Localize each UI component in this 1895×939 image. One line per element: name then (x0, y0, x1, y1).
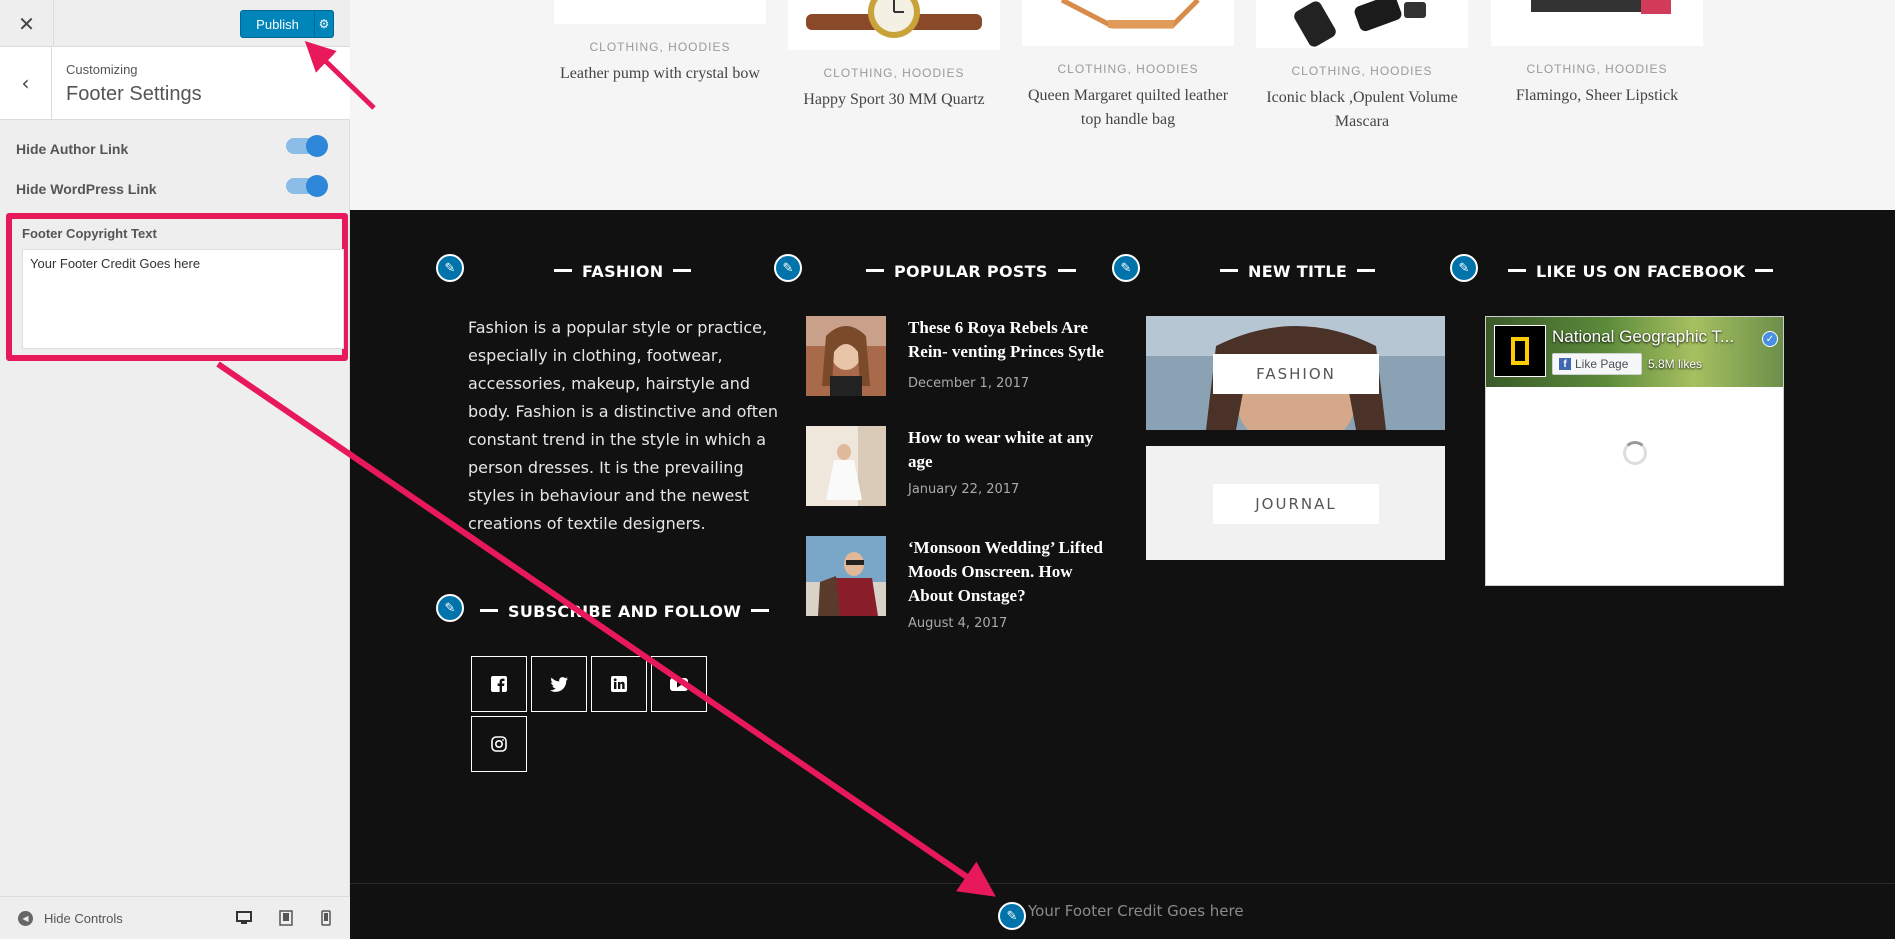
widget-title-subscribe: SUBSCRIBE AND FOLLOW (470, 602, 779, 621)
tablet-preview-icon[interactable] (274, 907, 298, 929)
footer-copyright-label: Footer Copyright Text (22, 226, 157, 241)
post-thumbnail[interactable] (806, 316, 886, 396)
category-label[interactable]: JOURNAL (1213, 484, 1379, 524)
copyright-bar: ✎ Your Footer Credit Goes here (350, 883, 1895, 939)
customizing-label: Customizing (66, 62, 138, 77)
hide-controls-button[interactable]: Hide Controls (44, 911, 123, 926)
product-image (788, 0, 1000, 50)
product-category[interactable]: CLOTHING, HOODIES (1491, 62, 1703, 76)
footer-copyright-textarea[interactable]: Your Footer Credit Goes here (22, 249, 344, 349)
hide-author-link-toggle[interactable] (286, 135, 328, 157)
customizer-footer: ◀ Hide Controls (0, 896, 350, 939)
product-name[interactable]: Happy Sport 30 MM Quartz (788, 88, 1000, 112)
category-label[interactable]: FASHION (1213, 354, 1379, 394)
post-date: January 22, 2017 (908, 482, 1020, 497)
facebook-page-name[interactable]: National Geographic T... (1552, 327, 1734, 347)
back-arrow-icon[interactable]: ‹ (0, 47, 52, 119)
post-title[interactable]: These 6 Roya Rebels Are Rein- venting Pr… (908, 316, 1108, 364)
verified-icon: ✓ (1762, 331, 1778, 347)
edit-pencil-icon[interactable]: ✎ (774, 254, 802, 282)
toggle-knob (306, 135, 328, 157)
gear-icon[interactable]: ⚙ (314, 10, 334, 38)
product-image (554, 0, 766, 24)
product-category[interactable]: CLOTHING, HOODIES (788, 66, 1000, 80)
section-title: Footer Settings (66, 83, 202, 105)
desktop-preview-icon[interactable] (232, 907, 256, 929)
youtube-icon[interactable] (651, 656, 707, 712)
like-page-button[interactable]: f Like Page (1552, 353, 1642, 375)
facebook-page-widget[interactable]: National Geographic T... ✓ f Like Page 5.… (1485, 316, 1784, 586)
post-date: December 1, 2017 (908, 376, 1030, 391)
widget-title-facebook: LIKE US ON FACEBOOK (1498, 262, 1783, 281)
product-strip: CLOTHING, HOODIES Leather pump with crys… (350, 0, 1895, 210)
site-footer: ✎ FASHION Fashion is a popular style or … (350, 210, 1895, 883)
edit-pencil-icon[interactable]: ✎ (1450, 254, 1478, 282)
product-category[interactable]: CLOTHING, HOODIES (1022, 62, 1234, 76)
product-image (1022, 0, 1234, 46)
toggle-knob (306, 175, 328, 197)
post-title[interactable]: ‘Monsoon Wedding’ Lifted Moods Onscreen.… (908, 536, 1108, 608)
customizer-top-bar: ✕ Publish ⚙ (0, 0, 350, 47)
publish-button[interactable]: Publish (240, 10, 315, 38)
loading-spinner-icon (1623, 441, 1647, 465)
like-page-label: Like Page (1575, 357, 1629, 371)
product-name[interactable]: Iconic black ,Opulent Volume Mascara (1256, 86, 1468, 134)
edit-pencil-icon[interactable]: ✎ (436, 254, 464, 282)
edit-pencil-icon[interactable]: ✎ (998, 902, 1026, 930)
product-category[interactable]: CLOTHING, HOODIES (1256, 64, 1468, 78)
product-name[interactable]: Leather pump with crystal bow (554, 62, 766, 86)
category-block-journal[interactable]: JOURNAL (1146, 446, 1445, 560)
site-preview: CLOTHING, HOODIES Leather pump with crys… (350, 0, 1895, 939)
product-name[interactable]: Flamingo, Sheer Lipstick (1491, 84, 1703, 108)
edit-pencil-icon[interactable]: ✎ (436, 594, 464, 622)
facebook-cover: National Geographic T... ✓ f Like Page 5.… (1486, 317, 1783, 387)
close-icon[interactable]: ✕ (0, 0, 54, 47)
linkedin-icon[interactable] (591, 656, 647, 712)
widget-title-fashion: FASHION (544, 262, 701, 281)
mobile-preview-icon[interactable] (314, 907, 338, 929)
customizer-sidebar: ✕ Publish ⚙ ‹ Customizing Footer Setting… (0, 0, 350, 939)
category-block-fashion[interactable]: FASHION (1146, 316, 1445, 430)
hide-author-link-row: Hide Author Link (16, 135, 328, 160)
widget-title-new-title: NEW TITLE (1210, 262, 1385, 281)
widget-title-popular-posts: POPULAR POSTS (856, 262, 1086, 281)
footer-copyright-text: Your Footer Credit Goes here (1028, 902, 1244, 920)
fashion-text: Fashion is a popular style or practice, … (468, 318, 778, 533)
edit-pencil-icon[interactable]: ✎ (1112, 254, 1140, 282)
twitter-icon[interactable] (531, 656, 587, 712)
product-name[interactable]: Queen Margaret quilted leather top handl… (1022, 84, 1234, 132)
hide-wordpress-link-row: Hide WordPress Link (16, 175, 328, 200)
post-date: August 4, 2017 (908, 616, 1008, 631)
hide-author-link-label: Hide Author Link (16, 141, 129, 157)
page-logo[interactable] (1494, 325, 1546, 377)
product-category[interactable]: CLOTHING, HOODIES (554, 40, 766, 54)
hide-wordpress-link-label: Hide WordPress Link (16, 181, 157, 197)
post-thumbnail[interactable] (806, 536, 886, 616)
facebook-likes-count: 5.8M likes (1648, 357, 1703, 371)
instagram-icon[interactable] (471, 716, 527, 772)
footer-copyright-control: Footer Copyright Text Your Footer Credit… (6, 213, 348, 361)
section-header: ‹ Customizing Footer Settings (0, 47, 350, 120)
product-image (1256, 0, 1468, 48)
post-thumbnail[interactable] (806, 426, 886, 506)
facebook-icon[interactable] (471, 656, 527, 712)
post-title[interactable]: How to wear white at any age (908, 426, 1108, 474)
hide-controls-icon[interactable]: ◀ (18, 911, 33, 926)
hide-wordpress-link-toggle[interactable] (286, 175, 328, 197)
product-image (1491, 0, 1703, 46)
facebook-icon: f (1559, 358, 1571, 370)
